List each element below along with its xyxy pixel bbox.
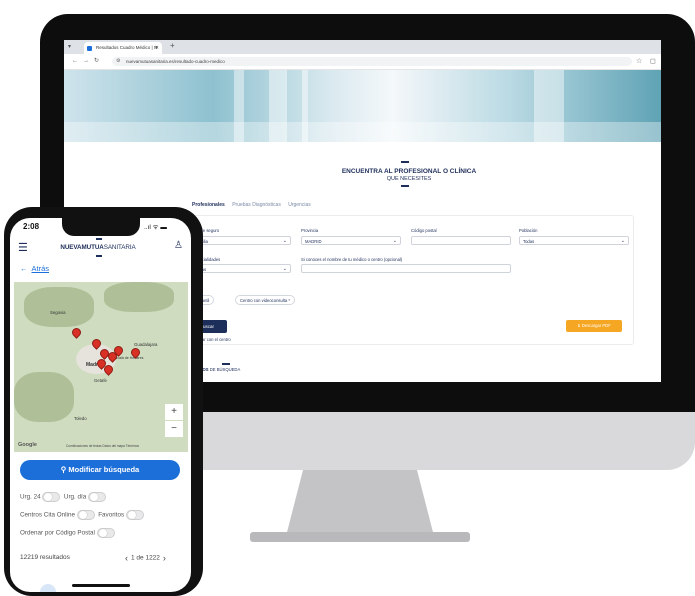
provincia-select[interactable]: MADRID ⌄ (301, 236, 401, 245)
results-map[interactable]: Segovia Guadalajara Alcalá de Henares Ma… (14, 282, 188, 452)
tab-menu-icon[interactable]: ▾ (68, 43, 71, 50)
results-dash (222, 363, 230, 365)
map-pin[interactable] (70, 326, 83, 339)
browser-tab-title: Resultados Cuadro Médico | N (96, 45, 158, 50)
codigo-postal-label: Código postal (411, 228, 437, 233)
chevron-left-icon[interactable]: ‹ (125, 553, 128, 563)
pagination: ‹ 1 de 1222 › (122, 553, 169, 563)
browser-toolbar: ←→↻ ⚙ nuevamutuasanitaria.es/resultado-c… (64, 54, 661, 70)
menu-hamburger-icon[interactable]: ☰ (18, 241, 28, 254)
search-tabs: Profesionales Pruebas Diagnósticas Urgen… (192, 202, 317, 208)
tab-pruebas-diagnosticas[interactable]: Pruebas Diagnósticas (232, 202, 281, 208)
new-tab-icon[interactable]: + (170, 41, 175, 50)
page-indicator: 1 de 1222 (131, 554, 160, 562)
site-favicon-icon (87, 46, 92, 51)
tab-profesionales[interactable]: Profesionales (192, 202, 225, 208)
toggle-favoritos[interactable] (125, 510, 144, 520)
status-time: 2:08 (23, 222, 40, 231)
brand-dash-bottom (96, 255, 102, 257)
codigo-postal-input[interactable] (411, 236, 511, 245)
zoom-out-button[interactable]: − (165, 421, 183, 437)
toggle-row-urgencias: Urg. 24 Urg. día (20, 492, 107, 502)
toggle-row-orden: Ordenar por Código Postal (20, 528, 115, 538)
back-link[interactable]: ← Atrás (20, 264, 49, 273)
home-indicator (72, 584, 130, 587)
poblacion-label: Población (519, 228, 538, 233)
google-logo: Google (18, 442, 37, 448)
medico-label: Si conoces el nombre de tu médico o cent… (301, 257, 403, 262)
extensions-icon[interactable]: ◻ (650, 57, 656, 65)
map-label-segovia: Segovia (50, 310, 66, 315)
chevron-right-icon[interactable]: › (163, 553, 166, 563)
result-avatar-partial (40, 584, 56, 592)
address-bar[interactable]: ⚙ nuevamutuasanitaria.es/resultado-cuadr… (112, 57, 632, 66)
user-icon[interactable]: ♙ (174, 240, 183, 251)
brand-dash-top (96, 238, 102, 240)
chevron-down-icon: ⌄ (620, 238, 625, 244)
seguro-select[interactable]: amilia⌄ (193, 236, 291, 245)
page-heading: ENCUENTRA AL PROFESIONAL O CLÍNICA (341, 168, 477, 175)
provincia-label: Provincia (301, 228, 319, 233)
monitor-stand-base (250, 532, 470, 542)
poblacion-select[interactable]: Todas ⌄ (519, 236, 629, 245)
chip-videoconsulta[interactable]: Centro con videoconsulta * (235, 295, 296, 305)
toggle-row-centros: Centros Cita Online Favoritos (20, 510, 144, 520)
phone-screen: 2:08 ..ıl ᯤ ▬ ☰ NUEVAMUTUASANITARIA ♙ ← A… (10, 218, 191, 592)
brand-logo[interactable]: NUEVAMUTUASANITARIA (50, 244, 146, 251)
medico-input[interactable] (301, 264, 511, 273)
hero-banner-image (64, 70, 661, 142)
chevron-down-icon: ⌄ (282, 266, 287, 272)
toggle-cita-online[interactable] (76, 510, 95, 520)
toggle-urg-24[interactable] (42, 492, 61, 502)
download-pdf-button[interactable]: ⬇ Descargar PDF (566, 320, 622, 332)
modificar-busqueda-button[interactable]: ⚲ Modificar búsqueda (20, 460, 180, 480)
chevron-down-icon: ⌄ (282, 238, 287, 244)
site-info-icon[interactable]: ⚙ (116, 57, 120, 66)
map-label-toledo: Toledo (74, 416, 87, 421)
page-subheading: QUE NECESITES (386, 176, 432, 182)
arrow-left-icon: ← (20, 264, 28, 273)
heading-dash-top (401, 161, 409, 163)
toggle-ordenar-cp[interactable] (96, 528, 115, 538)
toggle-urg-dia[interactable] (88, 492, 107, 502)
monitor-stand-neck (285, 470, 435, 540)
status-icons: ..ıl ᯤ ▬ (144, 224, 167, 231)
heading-dash-bottom (401, 185, 409, 187)
map-legal-text[interactable]: Combinaciones de teclas Datos del mapa T… (66, 444, 139, 448)
tab-urgencias[interactable]: Urgencias (288, 202, 311, 208)
app-header: ☰ NUEVAMUTUASANITARIA ♙ (10, 236, 191, 262)
browser-nav-icons[interactable]: ←→↻ (72, 57, 104, 64)
search-form: o de seguro amilia⌄ Provincia MADRID⌄ Có… (192, 215, 634, 345)
results-count: 12219 resultados (20, 554, 70, 561)
map-label-getafe: Getafe (94, 378, 107, 383)
bookmark-star-icon[interactable]: ☆ (636, 57, 642, 65)
especialidades-select[interactable]: odas⌄ (193, 264, 291, 273)
phone-notch (62, 218, 140, 236)
browser-tab-bar: ▾ Resultados Cuadro Médico | N ✕ + (64, 40, 661, 54)
browser-tab[interactable]: Resultados Cuadro Médico | N ✕ (84, 42, 162, 54)
chevron-down-icon: ⌄ (392, 238, 397, 244)
zoom-in-button[interactable]: + (165, 404, 183, 420)
address-url: nuevamutuasanitaria.es/resultado-cuadro-… (126, 59, 225, 64)
map-label-guadalajara: Guadalajara (134, 342, 158, 347)
close-tab-icon[interactable]: ✕ (155, 42, 159, 54)
